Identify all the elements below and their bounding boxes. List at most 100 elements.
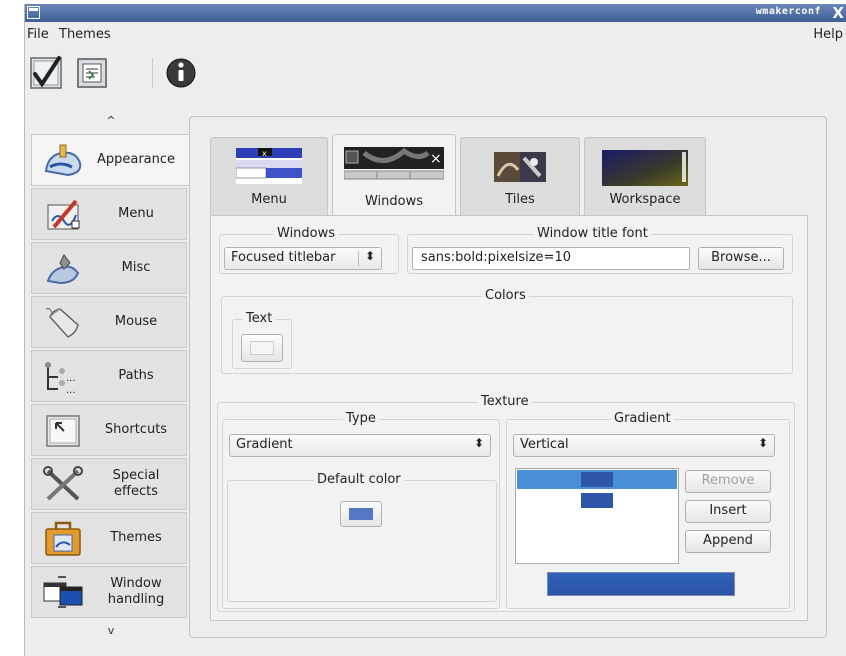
gradient-color-row[interactable] (517, 491, 677, 510)
select-separator (358, 251, 359, 266)
sidebar-scroll-up[interactable]: ^ (31, 114, 191, 127)
app-window: wmakerconf X File Themes Help ^ Appearan… (24, 4, 846, 656)
text-color-label: Text (243, 311, 276, 326)
append-button[interactable]: Append (685, 530, 771, 553)
title-bar[interactable]: wmakerconf X (25, 4, 846, 22)
tab-workspace[interactable]: Workspace (584, 137, 706, 215)
sidebar-item-themes[interactable]: Themes (31, 512, 187, 564)
font-name-input[interactable]: sans:bold:pixelsize=10 (412, 247, 690, 270)
svg-text:...: ... (66, 385, 76, 396)
menu-help[interactable]: Help (813, 27, 843, 42)
colors-group: Colors Text (221, 288, 793, 374)
remove-button[interactable]: Remove (685, 470, 771, 493)
sidebar-item-menu[interactable]: Menu (31, 188, 187, 240)
texture-type-group: Type Gradient ⬍ Default color (222, 411, 500, 609)
briefcase-icon (42, 519, 84, 559)
tab-tiles[interactable]: Tiles (460, 137, 580, 215)
font-group-label: Window title font (534, 226, 651, 241)
toolbar-separator (152, 58, 153, 88)
gradient-direction-value: Vertical (520, 437, 569, 452)
sidebar-item-shortcuts[interactable]: Shortcuts (31, 404, 187, 456)
sidebar-item-label: Misc (121, 260, 151, 275)
sidebar-item-label: Paths (118, 368, 154, 383)
checkmark-icon (30, 56, 62, 89)
insert-button[interactable]: Insert (685, 500, 771, 523)
titlebar-state-select[interactable]: Focused titlebar ⬍ (224, 247, 382, 270)
window-title: wmakerconf (755, 6, 821, 17)
default-color-swatch (349, 508, 373, 520)
gradient-color-row[interactable] (517, 470, 677, 489)
windows-tab-panel: Windows Focused titlebar ⬍ Window title … (210, 215, 808, 621)
menu-themes[interactable]: Themes (59, 27, 111, 42)
menu-bar: File Themes Help (25, 24, 846, 46)
default-color-button[interactable] (340, 501, 382, 527)
updown-arrow-icon: ⬍ (364, 249, 375, 263)
toolbar (25, 54, 325, 96)
texture-type-select[interactable]: Gradient ⬍ (229, 434, 491, 457)
mouse-icon (42, 303, 84, 343)
svg-text:×: × (430, 151, 442, 167)
updown-arrow-icon: ⬍ (757, 436, 768, 450)
text-color-swatch (250, 341, 274, 355)
windows-tab-preview: × (344, 147, 444, 180)
window-handling-icon (42, 573, 84, 613)
sidebar-item-appearance[interactable]: Appearance (31, 134, 191, 186)
default-color-group: Default color (227, 472, 497, 602)
paint-hand-icon (42, 141, 84, 181)
gradient-color-list[interactable] (515, 468, 679, 564)
document-icon (77, 58, 107, 88)
sidebar: ^ Appearance Menu Misc Mouse ... ... Pat… (31, 114, 191, 644)
info-icon (166, 58, 196, 88)
tab-label: Windows (364, 194, 424, 209)
tools-icon (42, 465, 84, 505)
sidebar-item-mouse[interactable]: Mouse (31, 296, 187, 348)
sidebar-item-window-handling[interactable]: Window handling (31, 566, 187, 618)
menu-file[interactable]: File (27, 27, 49, 42)
texture-type-value: Gradient (236, 437, 293, 452)
texture-group-label: Texture (478, 394, 532, 409)
gradient-preview (547, 572, 735, 596)
tiles-tab-preview (494, 152, 546, 182)
sidebar-item-label: Special effects (112, 468, 160, 499)
type-label: Type (343, 411, 379, 426)
sidebar-item-label: Window handling (107, 576, 165, 607)
sidebar-item-paths[interactable]: ... ... Paths (31, 350, 187, 402)
default-color-label: Default color (314, 472, 404, 487)
about-button[interactable] (165, 54, 199, 90)
save-apply-button[interactable] (29, 54, 63, 90)
close-button[interactable]: X (832, 4, 844, 22)
titlebar-state-value: Focused titlebar (231, 250, 336, 265)
svg-text:x: x (262, 149, 267, 158)
windows-group: Windows Focused titlebar ⬍ (219, 226, 399, 274)
colors-group-label: Colors (482, 288, 529, 303)
windows-group-label: Windows (274, 226, 339, 241)
sidebar-scroll-down[interactable]: v (31, 624, 191, 637)
texture-group: Texture Type Gradient ⬍ Default color Gr… (217, 394, 795, 612)
gradient-color-swatch (581, 472, 613, 487)
updown-arrow-icon: ⬍ (473, 436, 484, 450)
sidebar-item-label: Themes (110, 530, 162, 545)
text-color-button[interactable] (241, 334, 283, 362)
window-menu-icon[interactable] (27, 6, 40, 19)
gradient-label: Gradient (611, 411, 674, 426)
tab-menu[interactable]: x Menu (210, 137, 328, 215)
gradient-group: Gradient Vertical ⬍ Remove Insert Append (506, 411, 790, 609)
tab-label: Tiles (505, 192, 535, 207)
sidebar-item-misc[interactable]: Misc (31, 242, 187, 294)
sidebar-item-label: Menu (118, 206, 154, 221)
main-panel: x Menu × Windows Tiles Workspace Windows… (189, 116, 827, 638)
reload-button[interactable] (75, 54, 109, 90)
tab-windows[interactable]: × Windows (332, 134, 456, 217)
wrench-icon (42, 249, 84, 289)
sidebar-item-special-effects[interactable]: Special effects (31, 458, 187, 510)
workspace-tab-preview (602, 150, 688, 186)
paths-icon: ... ... (42, 357, 84, 397)
gradient-direction-select[interactable]: Vertical ⬍ (513, 434, 775, 457)
gradient-color-swatch (581, 493, 613, 508)
shortcut-key-icon (42, 411, 84, 451)
tab-label: Workspace (609, 192, 681, 207)
tab-label: Menu (251, 192, 287, 207)
browse-button[interactable]: Browse... (698, 247, 784, 270)
menu-tab-preview: x (236, 148, 302, 184)
text-color-group: Text (232, 311, 292, 369)
